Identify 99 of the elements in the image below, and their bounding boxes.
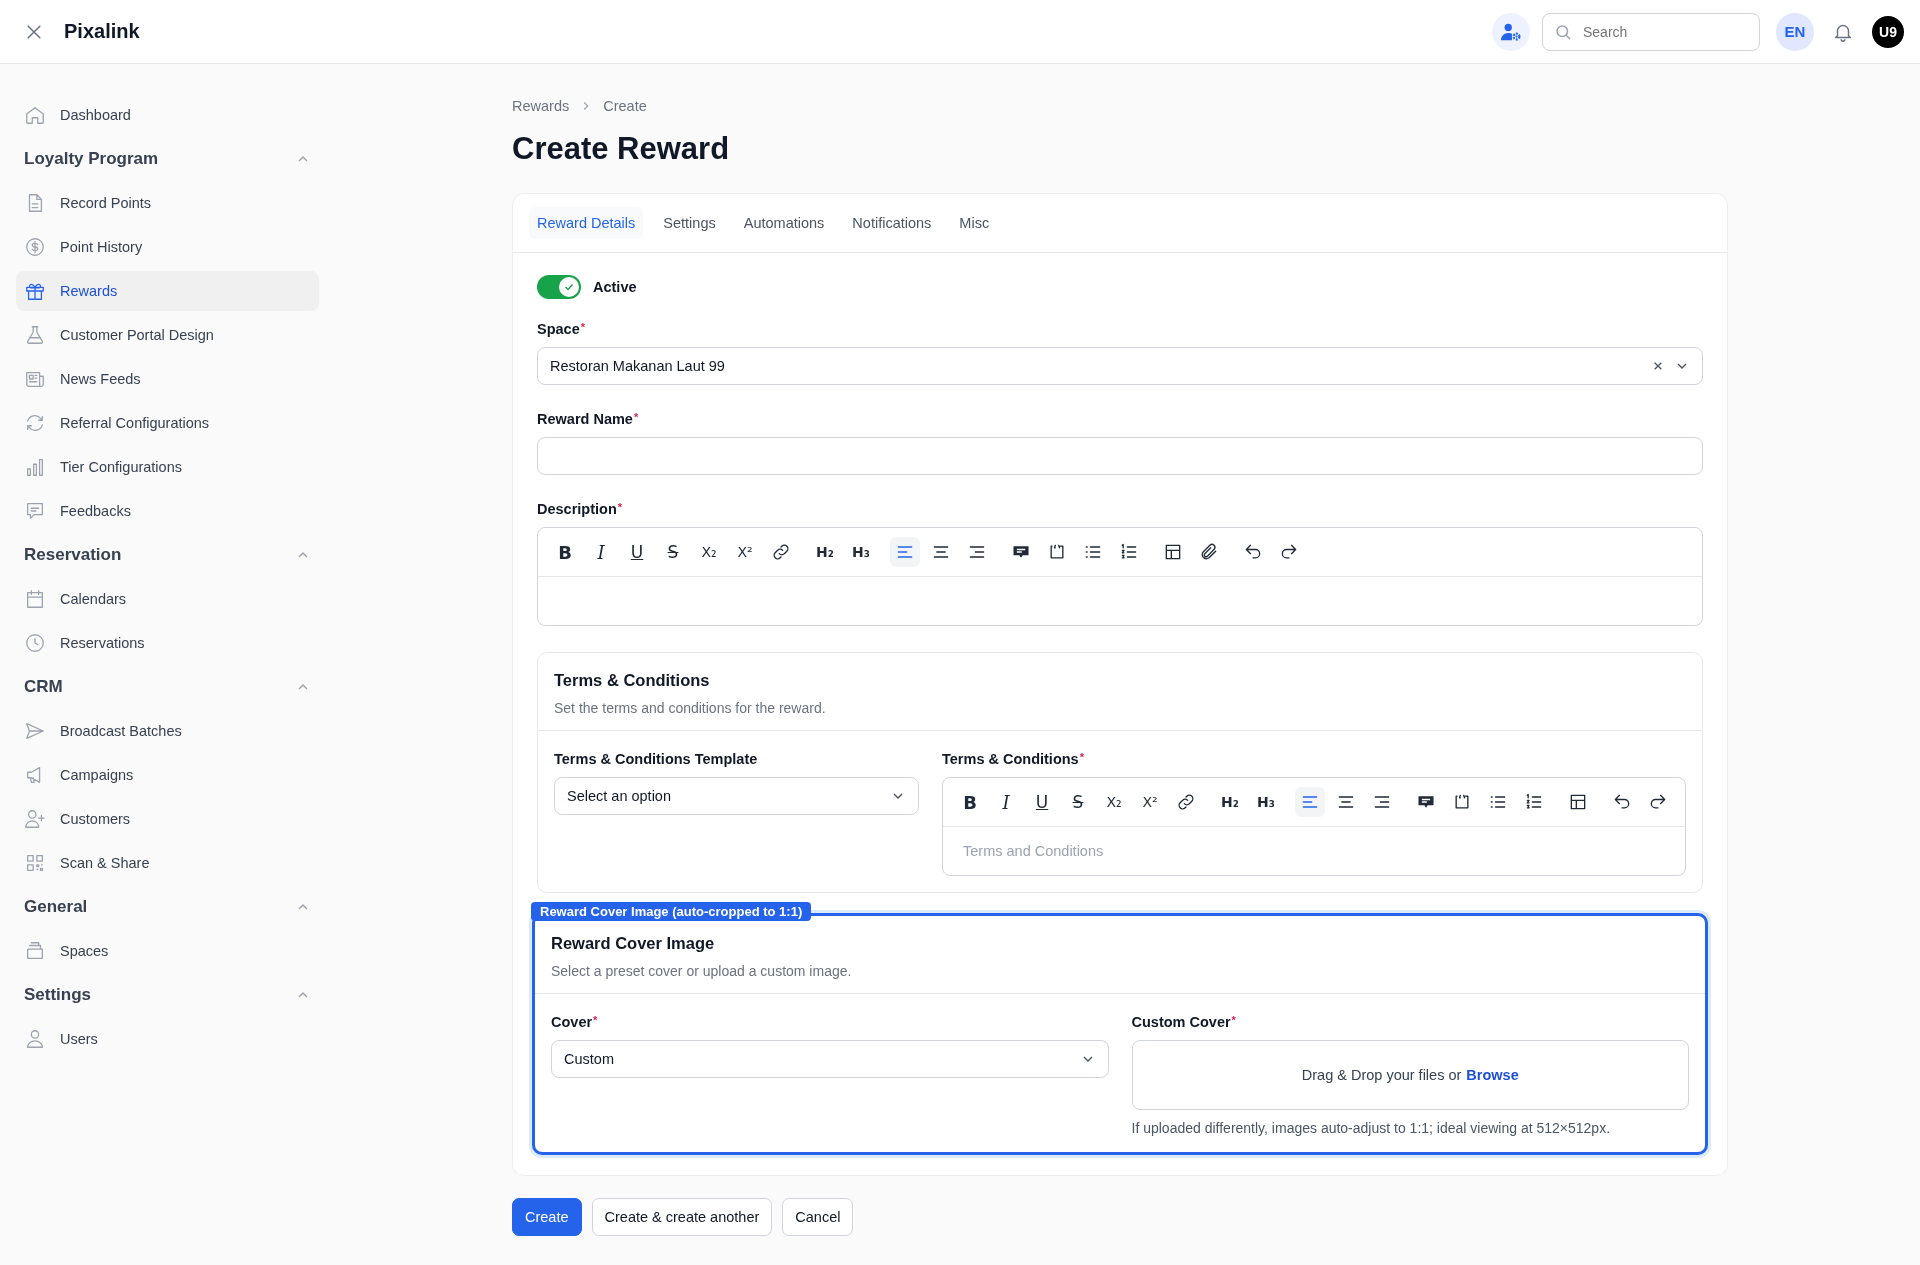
browse-link[interactable]: Browse	[1466, 1067, 1519, 1084]
highlight-badge: Reward Cover Image (auto-cropped to 1:1)	[531, 902, 812, 922]
toggle-switch[interactable]	[537, 275, 581, 300]
box-icon	[24, 940, 46, 962]
heading-3-button[interactable]: H₃	[1251, 787, 1281, 818]
field-label: Description	[537, 501, 617, 518]
sidebar-item[interactable]: Spaces	[16, 931, 319, 971]
calendar-icon	[24, 588, 46, 610]
refresh-icon	[24, 412, 46, 434]
sidebar-item[interactable]: Reservations	[16, 623, 319, 663]
required-mark: *	[593, 1014, 598, 1027]
strikethrough-button[interactable]: S	[1063, 787, 1093, 818]
section-heading: Loyalty Program	[24, 149, 159, 169]
user-settings-button[interactable]	[1492, 12, 1530, 51]
subscript-button[interactable]: X₂	[694, 537, 724, 568]
bold-button[interactable]: B	[955, 787, 985, 818]
tab[interactable]: Reward Details	[529, 207, 644, 240]
template-select[interactable]: Select an option	[554, 777, 919, 816]
superscript-button[interactable]: X²	[1135, 787, 1165, 818]
required-mark: *	[1079, 751, 1084, 764]
subscript-button[interactable]: X₂	[1099, 787, 1129, 818]
underline-button[interactable]: U	[1027, 787, 1057, 818]
upload-hint: If uploaded differently, images auto-adjust to 1:1; ideal viewing at 512×512px.	[1131, 1120, 1612, 1137]
field-label: Custom Cover	[1131, 1014, 1231, 1031]
heading-2-button[interactable]: H₂	[810, 537, 840, 568]
sidebar-item[interactable]: Campaigns	[16, 755, 319, 795]
sidebar-item[interactable]: News Feeds	[16, 359, 319, 399]
send-icon	[24, 720, 46, 742]
required-mark: *	[580, 321, 585, 334]
reward-name-field[interactable]	[537, 437, 1703, 476]
align-left-icon[interactable]	[890, 537, 920, 568]
app-title: Pixalink	[64, 20, 140, 43]
home-icon	[24, 104, 46, 126]
user-icon	[24, 1028, 46, 1050]
language-button[interactable]: EN	[1776, 12, 1814, 51]
file-dropzone[interactable]: Drag & Drop your files or Browse	[1131, 1040, 1689, 1111]
section-title: Reward Cover Image	[551, 934, 716, 954]
breadcrumb-link[interactable]: Rewards	[512, 98, 570, 114]
heading-2-button[interactable]: H₂	[1215, 787, 1245, 818]
toggle-label: Active	[593, 279, 637, 296]
sidebar-item[interactable]: Record Points	[16, 183, 319, 223]
create-button[interactable]: Create	[512, 1198, 582, 1237]
action-button[interactable]: Cancel	[782, 1198, 854, 1237]
dropzone-text: Drag & Drop your files or	[1301, 1067, 1462, 1084]
field-label: Reward Name	[537, 411, 633, 428]
user-avatar[interactable]: U9	[1872, 15, 1904, 48]
tab[interactable]: Settings	[655, 207, 724, 240]
qr-code-icon	[24, 852, 46, 874]
bar-chart-icon	[24, 456, 46, 478]
chat-icon	[24, 500, 46, 522]
sidebar-item[interactable]: Broadcast Batches	[16, 711, 319, 751]
section-heading: Reservation	[24, 545, 122, 565]
sidebar-item[interactable]: Referral Configurations	[16, 403, 319, 443]
bold-button[interactable]: B	[550, 537, 580, 568]
tab[interactable]: Notifications	[844, 207, 940, 240]
action-button[interactable]: Create & create another	[591, 1198, 773, 1237]
description-editor[interactable]: B I U S X₂ X² H₂ H₃	[537, 527, 1703, 627]
section-subtitle: Set the terms and conditions for the reward.	[554, 700, 827, 717]
italic-button[interactable]: I	[991, 787, 1021, 818]
required-mark: *	[633, 411, 639, 424]
editor-placeholder: Terms and Conditions	[963, 843, 1104, 860]
field-label: Cover	[551, 1014, 593, 1031]
flask-icon	[24, 324, 46, 346]
user-plus-icon	[24, 808, 46, 830]
search-field[interactable]: Search	[1542, 12, 1760, 51]
align-left-icon[interactable]	[1295, 787, 1325, 818]
field-label: Space	[537, 321, 580, 338]
tab[interactable]: Automations	[735, 207, 833, 240]
sidebar-item[interactable]: Customer Portal Design	[16, 315, 319, 355]
sidebar-item[interactable]: Dashboard	[16, 95, 319, 135]
required-mark: *	[617, 501, 623, 514]
section-heading: Settings	[24, 985, 92, 1005]
section-title: Terms & Conditions	[554, 671, 711, 691]
section-heading: General	[24, 897, 88, 917]
section-heading: CRM	[24, 677, 63, 697]
sidebar-item[interactable]: Customers	[16, 799, 319, 839]
tab[interactable]: Misc	[951, 207, 998, 240]
field-label: Terms & Conditions	[942, 751, 1079, 768]
space-select[interactable]: Restoran Makanan Laut 99	[537, 347, 1703, 386]
sidebar-item[interactable]: Feedbacks	[16, 491, 319, 531]
terms-editor[interactable]: B I U S X₂ X² H₂ H₃ Terms and Conditions	[942, 777, 1686, 877]
italic-button[interactable]: I	[586, 537, 616, 568]
sidebar-item[interactable]: Calendars	[16, 579, 319, 619]
sidebar-item[interactable]: Tier Configurations	[16, 447, 319, 487]
sidebar-item[interactable]: Rewards	[16, 271, 319, 311]
clock-icon	[24, 632, 46, 654]
required-mark: *	[1231, 1014, 1236, 1027]
field-label: Terms & Conditions Template	[554, 751, 758, 768]
strikethrough-button[interactable]: S	[658, 537, 688, 568]
underline-button[interactable]: U	[622, 537, 652, 568]
sidebar-item[interactable]: Scan & Share	[16, 843, 319, 883]
dollar-icon	[24, 236, 46, 258]
section-subtitle: Select a preset cover or upload a custom image.	[551, 963, 853, 980]
cover-select[interactable]: Custom	[551, 1040, 1109, 1079]
page-title: Create Reward	[512, 130, 731, 168]
sidebar-item[interactable]: Users	[16, 1019, 319, 1059]
superscript-button[interactable]: X²	[730, 537, 760, 568]
sidebar-item[interactable]: Point History	[16, 227, 319, 267]
heading-3-button[interactable]: H₃	[846, 537, 876, 568]
